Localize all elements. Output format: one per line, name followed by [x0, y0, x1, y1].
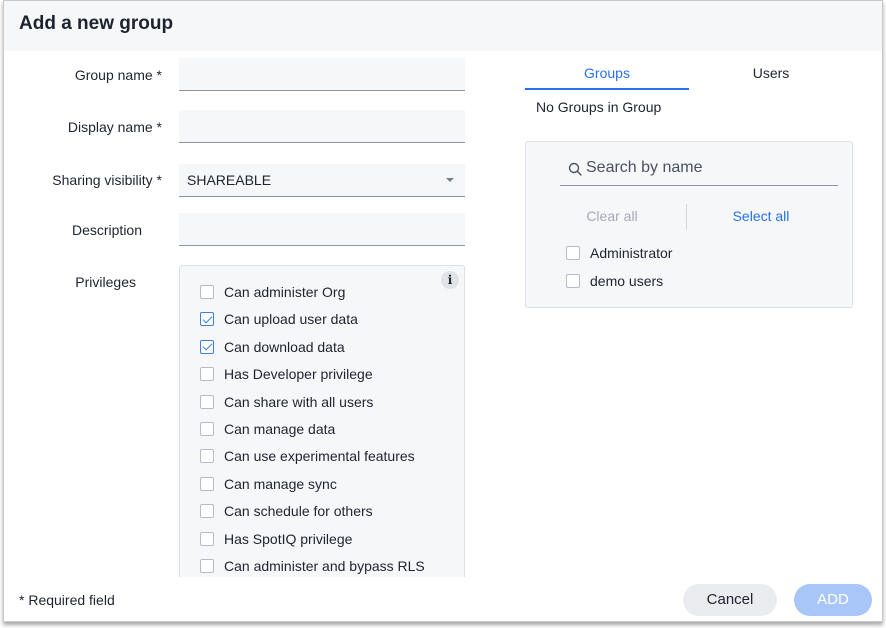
sharing-visibility-select[interactable]: SHAREABLE: [179, 164, 465, 197]
privilege-label: Can schedule for others: [224, 503, 373, 520]
checkbox[interactable]: [200, 504, 214, 519]
privilege-item[interactable]: Can upload user data: [200, 309, 358, 329]
group-name-label: Group name *: [74, 67, 162, 83]
privilege-item[interactable]: Can administer and bypass RLS: [200, 556, 425, 576]
search-box[interactable]: [560, 154, 838, 186]
tab-users[interactable]: Users: [689, 65, 853, 81]
info-icon[interactable]: i: [441, 271, 459, 289]
group-list-item[interactable]: demo users: [566, 271, 663, 291]
cancel-button[interactable]: Cancel: [683, 584, 777, 616]
sharing-visibility-value: SHAREABLE: [187, 172, 272, 188]
description-label: Description: [71, 222, 142, 238]
privilege-label: Has SpotIQ privilege: [224, 530, 353, 547]
checkbox[interactable]: [200, 422, 214, 436]
privilege-item[interactable]: Can schedule for others: [200, 501, 373, 521]
add-group-dialog: Add a new group Group name * Display nam…: [3, 0, 883, 622]
privilege-label: Has Developer privilege: [224, 366, 373, 383]
privilege-item[interactable]: Can administer Org: [200, 282, 345, 302]
checkbox[interactable]: [200, 285, 214, 299]
group-list-item[interactable]: Administrator: [566, 243, 672, 263]
privilege-label: Can manage data: [224, 421, 336, 437]
search-input[interactable]: [586, 159, 826, 177]
checkbox-checked[interactable]: [200, 339, 214, 354]
privilege-label: Can use experimental features: [224, 448, 415, 465]
privilege-label: Can administer and bypass RLS: [224, 558, 425, 574]
privilege-item[interactable]: Can use experimental features: [200, 446, 415, 466]
group-label: Administrator: [590, 245, 673, 261]
privilege-item[interactable]: Can download data: [200, 337, 345, 357]
display-name-label: Display name *: [67, 119, 162, 135]
privilege-label: Can upload user data: [224, 311, 358, 328]
clear-all-button[interactable]: Clear all: [526, 208, 698, 224]
checkbox[interactable]: [200, 476, 214, 491]
checkbox[interactable]: [200, 449, 214, 464]
select-all-button[interactable]: Select all: [686, 208, 836, 224]
active-tab-indicator: [525, 88, 689, 90]
privileges-list[interactable]: i Can administer Org Can upload user data…: [179, 265, 465, 577]
privilege-label: Can share with all users: [224, 393, 374, 410]
dialog-header: Add a new group: [4, 1, 882, 51]
checkbox[interactable]: [200, 394, 214, 409]
privilege-label: Can download data: [224, 338, 345, 355]
description-field[interactable]: [179, 213, 465, 246]
checkbox[interactable]: [200, 531, 214, 546]
empty-groups-message: No Groups in Group: [536, 99, 662, 115]
privilege-item[interactable]: Can share with all users: [200, 392, 373, 412]
checkbox[interactable]: [200, 559, 214, 573]
checkbox-checked[interactable]: [200, 312, 214, 327]
checkbox[interactable]: [566, 246, 580, 260]
privilege-item[interactable]: Can manage data: [200, 419, 335, 439]
privilege-item[interactable]: Has Developer privilege: [200, 364, 373, 384]
display-name-field[interactable]: [179, 110, 465, 143]
checkbox[interactable]: [200, 367, 214, 382]
privileges-label: Privileges: [75, 274, 136, 290]
checkbox[interactable]: [566, 273, 580, 288]
chevron-down-icon: [446, 178, 454, 182]
add-button[interactable]: ADD: [794, 584, 872, 616]
privilege-item[interactable]: Has SpotIQ privilege: [200, 529, 352, 549]
search-icon: [568, 162, 582, 176]
privilege-item[interactable]: Can manage sync: [200, 474, 337, 494]
group-label: demo users: [590, 272, 664, 289]
sharing-visibility-label: Sharing visibility *: [52, 172, 162, 188]
dialog-title: Add a new group: [19, 13, 174, 34]
group-name-field[interactable]: [179, 58, 465, 91]
tab-groups[interactable]: Groups: [525, 65, 689, 81]
privilege-label: Can manage sync: [224, 475, 337, 492]
group-picker: Clear all Select all Administrator demo u…: [525, 141, 853, 308]
privilege-label: Can administer Org: [224, 284, 346, 300]
required-field-note: * Required field: [19, 592, 115, 608]
